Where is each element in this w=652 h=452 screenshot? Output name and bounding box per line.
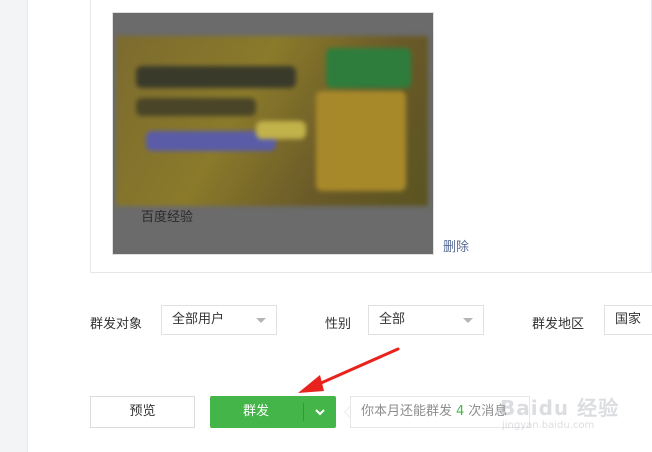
article-title: 百度经验 xyxy=(141,210,194,225)
target-select[interactable]: 全部用户 xyxy=(161,305,277,335)
gender-select-value: 全部 xyxy=(379,312,406,327)
baidu-watermark: Baidu 经验 jingyan.baidu.com xyxy=(500,390,650,440)
tip-prefix: 你本月还能群发 xyxy=(361,404,453,419)
region-select[interactable]: 国家 xyxy=(604,305,652,335)
watermark-domain: jingyan.baidu.com xyxy=(502,420,595,431)
preview-button[interactable]: 预览 xyxy=(90,396,195,428)
watermark-brand: Baidu 经验 xyxy=(500,396,620,420)
delete-link[interactable]: 删除 xyxy=(443,236,469,255)
target-select-value: 全部用户 xyxy=(172,312,225,327)
caret-down-icon xyxy=(256,318,266,323)
tip-count: 4 xyxy=(456,404,465,419)
region-label: 群发地区 xyxy=(532,317,585,332)
gender-select[interactable]: 全部 xyxy=(368,305,484,335)
red-arrow-icon xyxy=(298,347,400,393)
send-button[interactable]: 群发 xyxy=(210,396,302,428)
article-card[interactable]: 百度经验 xyxy=(112,12,434,255)
article-cover-image xyxy=(116,36,428,206)
left-sidebar-strip xyxy=(0,0,28,452)
gender-label: 性别 xyxy=(325,317,352,332)
send-button-group: 群发 xyxy=(210,396,336,428)
target-label: 群发对象 xyxy=(90,317,143,332)
send-options-toggle[interactable] xyxy=(304,396,336,428)
region-select-value: 国家 xyxy=(615,312,642,327)
caret-down-icon xyxy=(463,318,473,323)
chevron-down-icon xyxy=(315,409,325,416)
